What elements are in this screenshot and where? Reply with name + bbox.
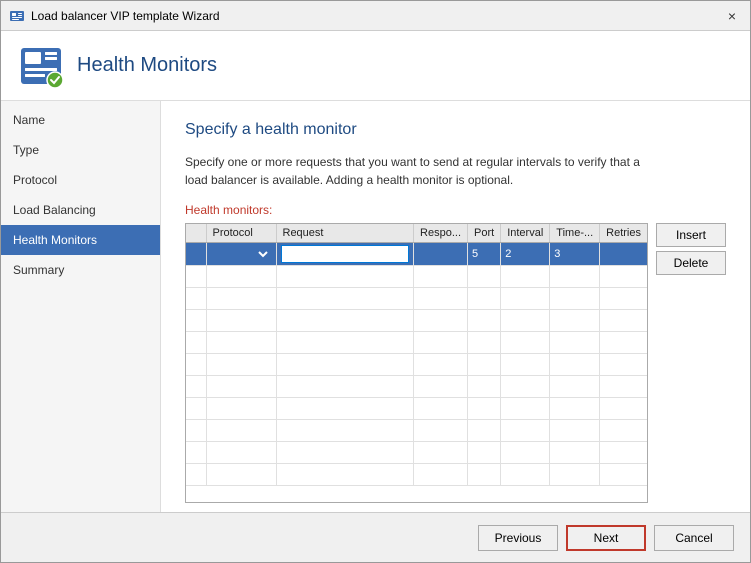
app-icon [9,8,25,24]
col-header-timeout: Time-... [550,224,600,243]
empty-row-3 [186,310,647,332]
title-bar: Load balancer VIP template Wizard × [1,1,750,31]
col-header-rownum [186,224,206,243]
sidebar-item-type[interactable]: Type [1,135,160,165]
title-bar-text: Load balancer VIP template Wizard [31,9,722,23]
port-cell: 5 [468,243,501,266]
empty-row-5 [186,354,647,376]
wizard-header-title: Health Monitors [77,54,217,77]
empty-row-6 [186,376,647,398]
sidebar-item-summary[interactable]: Summary [1,255,160,285]
empty-row-8 [186,420,647,442]
protocol-cell[interactable]: HTTP HTTPS TCP [206,243,276,266]
content-area: Specify a health monitor Specify one or … [161,101,750,512]
insert-button[interactable]: Insert [656,223,726,247]
sidebar-item-name[interactable]: Name [1,105,160,135]
next-button[interactable]: Next [566,525,646,551]
wizard-body: Name Type Protocol Load Balancing Health… [1,101,750,512]
request-input[interactable] [281,245,410,263]
sidebar: Name Type Protocol Load Balancing Health… [1,101,161,512]
timeout-cell: 3 [550,243,600,266]
empty-row-2 [186,288,647,310]
previous-button[interactable]: Previous [478,525,558,551]
wizard-header-icon [17,42,65,90]
content-description: Specify one or more requests that you wa… [185,153,665,189]
health-monitors-table: Protocol Request Respo... Port Interval … [186,224,647,486]
col-header-retries: Retries [600,224,647,243]
response-cell [414,243,468,266]
request-cell[interactable] [276,243,414,266]
empty-row-9 [186,442,647,464]
col-header-response: Respo... [414,224,468,243]
empty-row-7 [186,398,647,420]
col-header-interval: Interval [501,224,550,243]
empty-row-4 [186,332,647,354]
table-container: Protocol Request Respo... Port Interval … [185,223,726,503]
table-row: HTTP HTTPS TCP 5 2 [186,243,647,266]
close-button[interactable]: × [722,6,742,26]
col-header-protocol: Protocol [206,224,276,243]
wizard-window: Load balancer VIP template Wizard × Heal… [0,0,751,563]
sidebar-item-load-balancing[interactable]: Load Balancing [1,195,160,225]
interval-cell: 2 [501,243,550,266]
delete-button[interactable]: Delete [656,251,726,275]
table-area: Protocol Request Respo... Port Interval … [185,223,648,503]
sidebar-item-health-monitors[interactable]: Health Monitors [1,225,160,255]
wizard-header: Health Monitors [1,31,750,101]
col-header-port: Port [468,224,501,243]
sidebar-item-protocol[interactable]: Protocol [1,165,160,195]
protocol-select[interactable]: HTTP HTTPS TCP [211,247,271,261]
cancel-button[interactable]: Cancel [654,525,734,551]
col-header-request: Request [276,224,414,243]
footer: Previous Next Cancel [1,512,750,562]
row-number-cell [186,243,206,266]
retries-cell [600,243,647,266]
content-title: Specify a health monitor [185,121,726,139]
empty-row-1 [186,266,647,288]
table-buttons: Insert Delete [656,223,726,275]
empty-row-10 [186,464,647,486]
section-label: Health monitors: [185,203,726,217]
